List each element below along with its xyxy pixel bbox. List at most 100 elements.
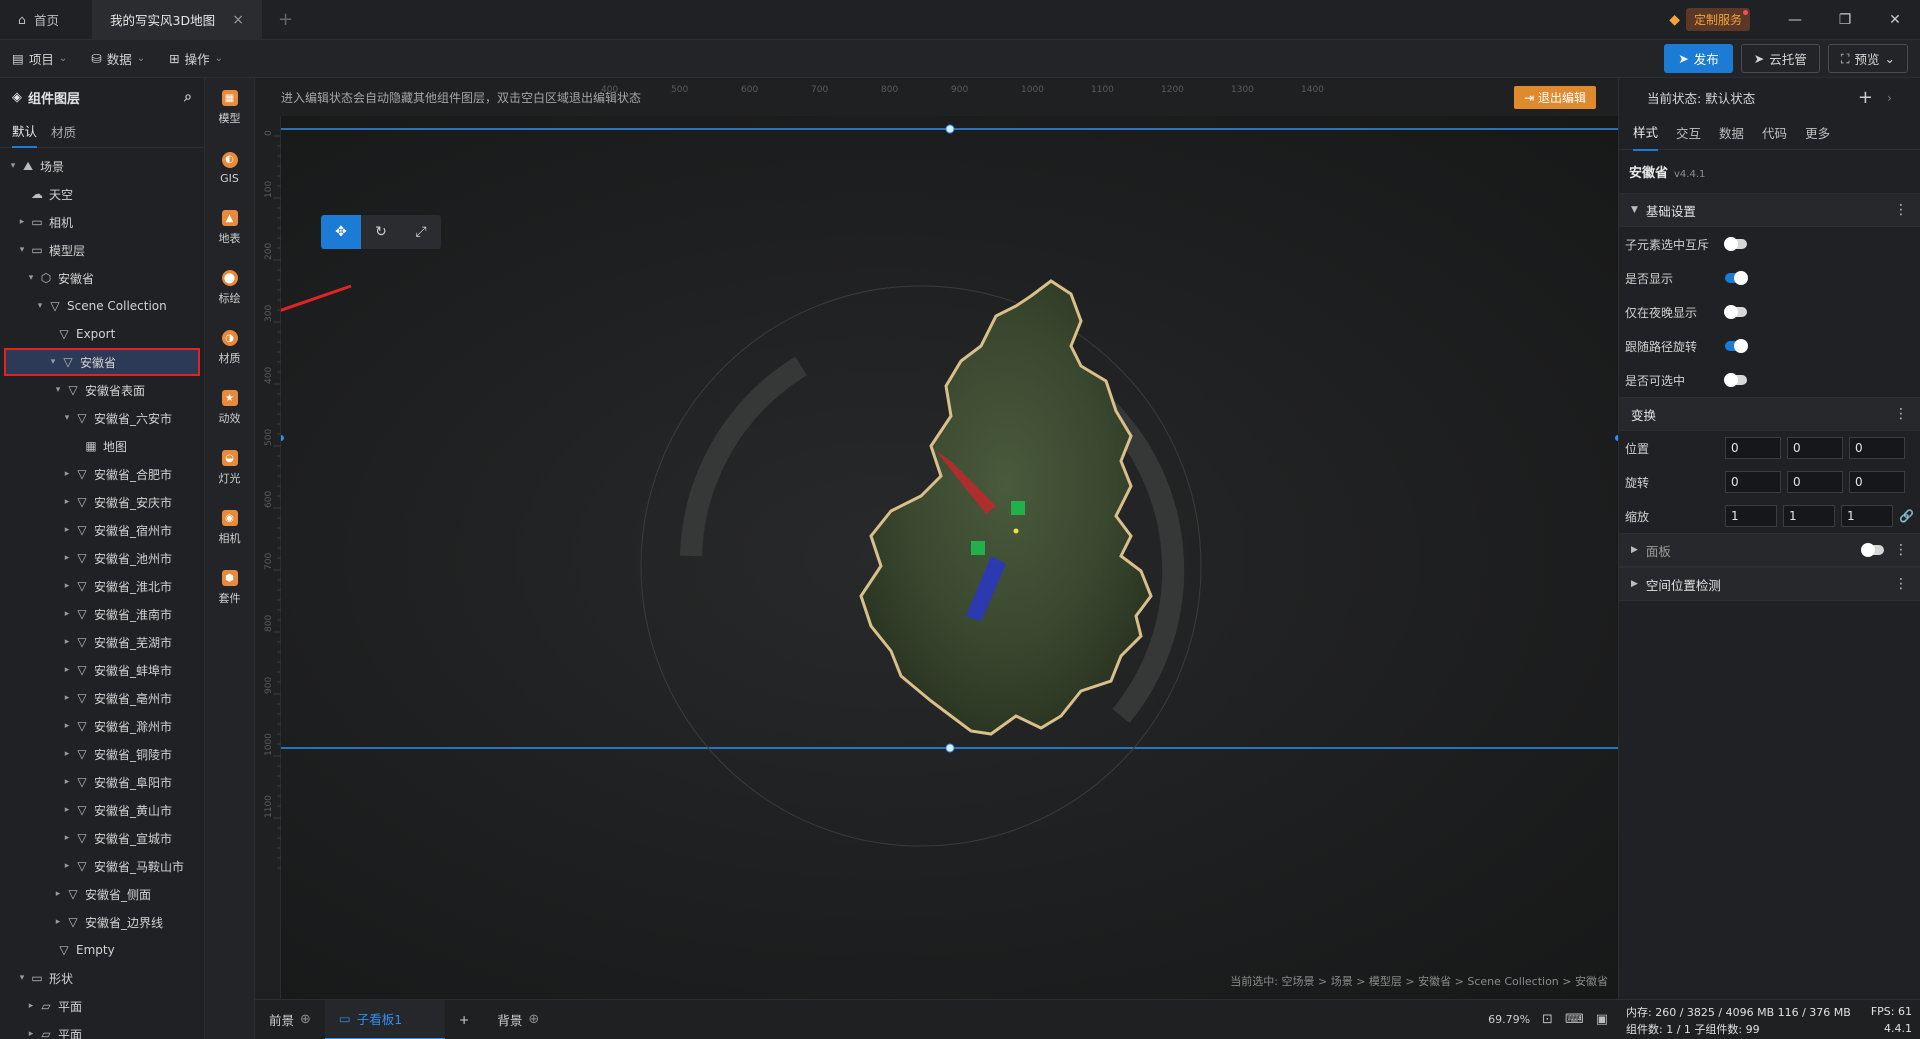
tab-interaction[interactable]: 交互 [1676, 115, 1701, 150]
tree-item[interactable]: ▸ ▽ 安徽省_侧面 [0, 880, 204, 908]
add-subpanel-button[interactable]: + [445, 1000, 483, 1039]
tree-item[interactable]: ▸ ▽ 安徽省_芜湖市 [0, 628, 204, 656]
more-vertical-icon[interactable]: ⋮ [1894, 576, 1908, 592]
scene-canvas[interactable]: ✥ ↻ ⤢ 当前选中: 空场景 > 场景 > 模型层 > 安徽省 > Scene… [255, 116, 1618, 999]
scale-y-input[interactable] [1783, 505, 1835, 527]
caret-right-icon[interactable]: ▸ [60, 665, 74, 675]
cloud-hosting-button[interactable]: ➤ 云托管 [1740, 44, 1820, 73]
tree-item[interactable]: ▸ ▱ 平面 [0, 992, 204, 1020]
rotation-x-input[interactable] [1725, 471, 1781, 493]
tab-more[interactable]: 更多 [1805, 115, 1830, 150]
scale-tool-button[interactable]: ⤢ [401, 215, 441, 249]
tool-material[interactable]: ◑ 材质 [205, 318, 254, 378]
caret-right-icon[interactable]: ▸ [60, 553, 74, 563]
position-x-input[interactable] [1725, 437, 1781, 459]
position-z-input[interactable] [1849, 437, 1905, 459]
setting-toggle[interactable] [1724, 237, 1747, 251]
caret-down-icon[interactable]: ▾ [15, 973, 29, 983]
setting-toggle[interactable] [1725, 271, 1748, 285]
caret-right-icon[interactable]: ▸ [60, 581, 74, 591]
tree-item[interactable]: ▸ ▽ 安徽省_阜阳市 [0, 768, 204, 796]
caret-down-icon[interactable]: ▾ [15, 245, 29, 255]
tab-home[interactable]: ⌂ 首页 [0, 0, 92, 39]
tree-item[interactable]: ▸ ▽ 安徽省_边界线 [0, 908, 204, 936]
tree-item[interactable]: ▸ ▽ 安徽省_黄山市 [0, 796, 204, 824]
setting-toggle[interactable] [1724, 373, 1747, 387]
close-window-button[interactable]: ✕ [1870, 0, 1920, 40]
tree-item[interactable]: ▦ 地图 [0, 432, 204, 460]
tree-item[interactable]: ▸ ▽ 安徽省_淮北市 [0, 572, 204, 600]
tool-terrain[interactable]: ▲ 地表 [205, 198, 254, 258]
tab-default[interactable]: 默认 [12, 115, 38, 148]
tab-style[interactable]: 样式 [1633, 114, 1659, 151]
tree-item[interactable]: ▸ ▽ 安徽省_滁州市 [0, 712, 204, 740]
tree-item[interactable]: ▾ ▭ 形状 [0, 964, 204, 992]
tool-gis[interactable]: ◐ GIS [205, 138, 254, 198]
caret-right-icon[interactable]: ▸ [15, 217, 29, 227]
foreground-tab[interactable]: 前景 ⊕ [255, 1000, 325, 1039]
tree-item[interactable]: ☁ 天空 [0, 180, 204, 208]
section-transform[interactable]: 变换 ⋮ [1619, 397, 1920, 431]
caret-down-icon[interactable]: ▾ [24, 273, 38, 283]
background-tab[interactable]: 背景 ⊕ [483, 1000, 553, 1039]
tab-document[interactable]: 我的写实风3D地图 × [92, 0, 262, 39]
menu-operate[interactable]: ⊞ 操作 ⌄ [157, 49, 235, 68]
caret-right-icon[interactable]: ▸ [60, 749, 74, 759]
position-y-input[interactable] [1787, 437, 1843, 459]
more-vertical-icon[interactable]: ⋮ [1894, 542, 1908, 558]
caret-down-icon[interactable]: ▾ [46, 357, 60, 367]
caret-right-icon[interactable]: ▸ [24, 1029, 38, 1039]
scale-x-input[interactable] [1725, 505, 1777, 527]
tree-item[interactable]: ▾ ▽ 安徽省 [4, 348, 200, 376]
caret-right-icon[interactable]: ▸ [60, 777, 74, 787]
tool-kit[interactable]: ⬢ 套件 [205, 558, 254, 618]
tree-item[interactable]: ▸ ▽ 安徽省_安庆市 [0, 488, 204, 516]
tree-item[interactable]: ▸ ▽ 安徽省_池州市 [0, 544, 204, 572]
keyboard-icon[interactable]: ⌨ [1565, 1012, 1584, 1027]
caret-right-icon[interactable]: ▸ [60, 721, 74, 731]
caret-right-icon[interactable]: ▸ [60, 693, 74, 703]
state-value[interactable]: 默认状态 [1705, 88, 1755, 107]
more-vertical-icon[interactable]: ⋮ [1894, 202, 1908, 218]
add-background-icon[interactable]: ⊕ [528, 1012, 539, 1027]
section-space-detect[interactable]: ▶ 空间位置检测 ⋮ [1619, 567, 1920, 601]
menu-project[interactable]: ▤ 项目 ⌄ [0, 49, 79, 68]
fit-view-icon[interactable]: ⊡ [1542, 1012, 1553, 1027]
tree-item[interactable]: ▸ ▱ 平面 [0, 1020, 204, 1039]
tree-item[interactable]: ▸ ▽ 安徽省_马鞍山市 [0, 852, 204, 880]
chevron-right-icon[interactable]: › [1887, 90, 1892, 105]
tool-effect[interactable]: ★ 动效 [205, 378, 254, 438]
search-icon[interactable]: ⌕ [184, 89, 192, 105]
tree-item[interactable]: ▾ ⛰ 场景 [0, 152, 204, 180]
tree-item[interactable]: ▸ ▽ 安徽省_铜陵市 [0, 740, 204, 768]
tab-code[interactable]: 代码 [1762, 115, 1787, 150]
tree-item[interactable]: ▸ ▽ 安徽省_亳州市 [0, 684, 204, 712]
link-icon[interactable]: 🔗 [1899, 509, 1914, 523]
caret-right-icon[interactable]: ▸ [60, 497, 74, 507]
add-foreground-icon[interactable]: ⊕ [300, 1012, 311, 1027]
tree-item[interactable]: ▾ ▽ Scene Collection [0, 292, 204, 320]
caret-down-icon[interactable]: ▾ [33, 301, 47, 311]
caret-right-icon[interactable]: ▸ [24, 1001, 38, 1011]
preview-button[interactable]: ⛶ 预览 ⌄ [1827, 44, 1908, 73]
rotation-y-input[interactable] [1787, 471, 1843, 493]
tree-item[interactable]: ▽ Export [0, 320, 204, 348]
tree-item[interactable]: ▸ ▽ 安徽省_宿州市 [0, 516, 204, 544]
menu-data[interactable]: ⛁ 数据 ⌄ [79, 49, 157, 68]
caret-down-icon[interactable]: ▾ [60, 413, 74, 423]
tree-item[interactable]: ▾ ▽ 安徽省表面 [0, 376, 204, 404]
tab-material[interactable]: 材质 [51, 116, 76, 147]
zoom-level[interactable]: 69.79% [1488, 1013, 1530, 1026]
tab-data[interactable]: 数据 [1719, 115, 1744, 150]
caret-down-icon[interactable]: ▾ [6, 161, 20, 171]
tree-item[interactable]: ▸ ▽ 安徽省_淮南市 [0, 600, 204, 628]
more-vertical-icon[interactable]: ⋮ [1894, 406, 1908, 422]
exit-edit-button[interactable]: ⇥ 退出编辑 [1514, 86, 1596, 109]
scale-z-input[interactable] [1841, 505, 1893, 527]
viewport[interactable]: 进入编辑状态会自动隐藏其他组件图层，双击空白区域退出编辑状态 ⇥ 退出编辑 40… [255, 78, 1618, 999]
setting-toggle[interactable] [1724, 305, 1747, 319]
tool-model[interactable]: ▦ 模型 [205, 78, 254, 138]
caret-right-icon[interactable]: ▸ [60, 525, 74, 535]
close-icon[interactable]: × [232, 12, 244, 28]
custom-service-button[interactable]: 定制服务 [1685, 8, 1750, 31]
